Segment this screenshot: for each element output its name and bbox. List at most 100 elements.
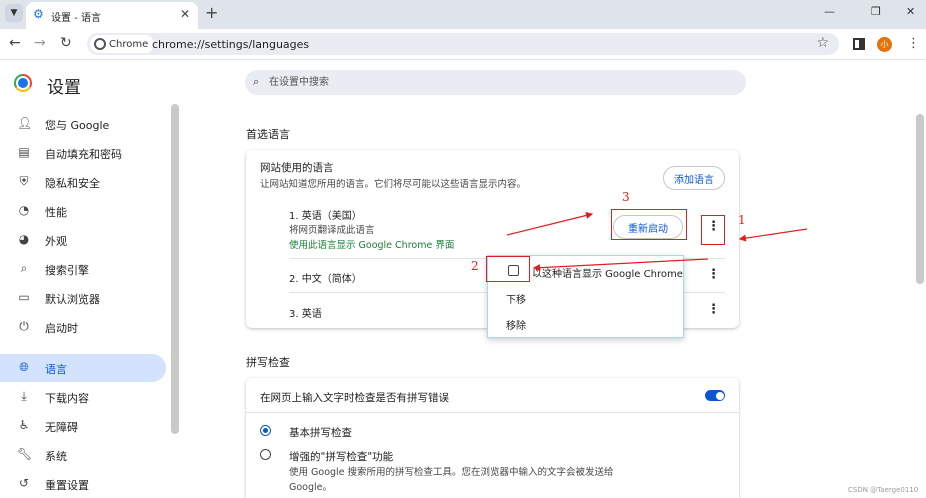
url-text[interactable]: chrome://settings/languages [152, 38, 309, 51]
forward-icon[interactable]: → [34, 35, 46, 51]
chip-label: Chrome [109, 38, 149, 50]
page-title: 设置 [47, 78, 81, 98]
sidebar-item-privacy[interactable]: ⛨ 隐私和安全 [0, 168, 166, 196]
sidebar-item-label: 启动时 [45, 322, 78, 335]
site-info-chip[interactable]: Chrome [90, 35, 155, 53]
language-name: 1. 英语（美国） [289, 211, 362, 222]
window-close-icon[interactable]: ✕ [906, 5, 915, 18]
sidebar-item-appearance[interactable]: ◕ 外观 [0, 226, 166, 254]
globe-icon: 🌐︎ [19, 360, 29, 374]
language-name: 2. 中文（简体） [289, 274, 362, 285]
annotation-box-checkbox [486, 256, 530, 282]
enhanced-spellcheck-label: 增强的"拼写检查"功能 [289, 451, 394, 463]
card-description: 让网站知道您所用的语言。它们将尽可能以这些语言显示内容。 [260, 179, 527, 190]
add-language-button[interactable]: 添加语言 [663, 166, 725, 190]
sidebar-item-label: 系统 [45, 450, 67, 463]
wrench-icon: 🔧︎ [17, 447, 33, 461]
reset-icon: ↺ [18, 476, 30, 490]
person-icon: 👤︎ [17, 116, 33, 130]
annotation-number: 3 [622, 190, 630, 204]
chevron-down-icon: ▼ [10, 8, 18, 18]
spellcheck-toggle[interactable] [705, 390, 725, 401]
side-panel-icon[interactable] [853, 38, 865, 50]
more-actions-icon[interactable]: ⋮ [707, 267, 720, 282]
search-bar[interactable]: ⌕ [245, 70, 746, 95]
sidebar-item-default-browser[interactable]: ▭ 默认浏览器 [0, 284, 166, 312]
sidebar-item-label: 无障碍 [45, 421, 78, 434]
gear-icon: ⚙ [33, 7, 44, 21]
sidebar-item-performance[interactable]: ◔ 性能 [0, 197, 166, 225]
minimize-icon[interactable]: — [824, 5, 835, 18]
sidebar-item-reset[interactable]: ↺ 重置设置 [0, 470, 166, 498]
power-icon: ⏻ [19, 319, 29, 333]
sidebar-item-downloads[interactable]: ⤓ 下载内容 [0, 383, 166, 411]
sidebar-item-on-startup[interactable]: ⏻ 启动时 [0, 313, 166, 341]
sidebar-item-label: 隐私和安全 [45, 177, 100, 190]
browser-icon: ▭ [18, 290, 30, 304]
language-name: 3. 英语 [289, 309, 322, 320]
sidebar-item-search-engine[interactable]: ⌕ 搜索引擎 [0, 255, 166, 283]
sidebar-item-autofill[interactable]: ▤ 自动填充和密码 [0, 139, 166, 167]
annotation-number: 1 [738, 213, 746, 227]
download-icon: ⤓ [21, 389, 27, 403]
preferred-languages-heading: 首选语言 [246, 128, 290, 141]
back-icon[interactable]: ← [9, 35, 21, 51]
main-scrollbar[interactable] [916, 114, 924, 284]
restore-icon[interactable]: ❐ [871, 5, 881, 18]
annotation-box-kebab [701, 215, 725, 245]
shield-icon: ⛨ [19, 174, 29, 188]
tab-settings[interactable]: ⚙ 设置 - 语言 ✕ [26, 2, 198, 29]
sidebar-item-accessibility[interactable]: ♿︎ 无障碍 [0, 412, 166, 440]
palette-icon: ◕ [18, 232, 30, 246]
chrome-logo-icon [14, 74, 32, 92]
profile-avatar[interactable]: 小 [877, 37, 892, 52]
sidebar-item-system[interactable]: 🔧︎ 系统 [0, 441, 166, 469]
sidebar-item-label: 下载内容 [45, 392, 89, 405]
sidebar-item-label: 搜索引擎 [45, 264, 89, 277]
omnibox[interactable]: Chrome chrome://settings/languages ☆ [87, 33, 839, 55]
bookmark-star-icon[interactable]: ☆ [816, 35, 829, 51]
sidebar-item-label: 外观 [45, 235, 67, 248]
sidebar-scrollbar[interactable] [171, 104, 179, 434]
close-icon[interactable]: ✕ [180, 7, 190, 21]
toolbar: ← → ↻ Chrome chrome://settings/languages… [0, 29, 926, 60]
sidebar-item-label: 语言 [45, 363, 67, 376]
basic-spellcheck-label: 基本拼写检查 [289, 427, 352, 439]
card-title: 网站使用的语言 [260, 162, 334, 174]
tab-search-button[interactable]: ▼ [5, 4, 23, 22]
annotation-box-restart [611, 209, 687, 240]
enhanced-spellcheck-radio[interactable] [260, 449, 271, 460]
more-menu-icon[interactable]: ⋮ [907, 36, 920, 51]
spellcheck-heading: 拼写检查 [246, 356, 290, 369]
sidebar-item-label: 自动填充和密码 [45, 148, 122, 161]
menu-item-display-in-chrome[interactable]: 以这种语言显示 Google Chrome [532, 265, 683, 280]
sidebar-item-you-and-google[interactable]: 👤︎ 您与 Google [0, 110, 166, 138]
tab-title: 设置 - 语言 [51, 13, 101, 24]
more-actions-icon[interactable]: ⋮ [707, 302, 720, 317]
clipboard-icon: ▤ [18, 145, 30, 159]
tab-strip: ▼ ⚙ 设置 - 语言 ✕ + — ❐ ✕ [0, 0, 926, 29]
search-icon: ⌕ [20, 261, 28, 275]
sidebar-item-label: 性能 [45, 206, 67, 219]
divider [246, 412, 739, 413]
annotation-number: 2 [471, 259, 479, 273]
chrome-icon [94, 38, 106, 50]
basic-spellcheck-radio[interactable] [260, 425, 271, 436]
language-ui-note: 使用此语言显示 Google Chrome 界面 [289, 240, 455, 251]
sidebar-item-label: 默认浏览器 [45, 293, 100, 306]
new-tab-button[interactable]: + [205, 3, 218, 22]
search-icon: ⌕ [253, 75, 260, 88]
sidebar-item-languages[interactable]: 🌐︎ 语言 [0, 354, 166, 382]
sidebar-item-label: 您与 Google [45, 119, 110, 132]
menu-item-move-down[interactable]: 下移 [506, 291, 526, 306]
accessibility-icon: ♿︎ [18, 418, 30, 432]
reload-icon[interactable]: ↻ [60, 35, 72, 51]
sidebar-item-label: 重置设置 [45, 479, 89, 492]
watermark: CSDN @Taerge0110 [848, 486, 919, 494]
menu-item-remove[interactable]: 移除 [506, 317, 526, 332]
speedometer-icon: ◔ [18, 203, 30, 217]
enhanced-spellcheck-description: Google。 [289, 482, 333, 493]
language-subtext: 将网页翻译成此语言 [289, 225, 375, 236]
enhanced-spellcheck-description: 使用 Google 搜索所用的拼写检查工具。您在浏览器中输入的文字会被发送给 [289, 467, 614, 478]
search-input[interactable] [269, 74, 729, 91]
